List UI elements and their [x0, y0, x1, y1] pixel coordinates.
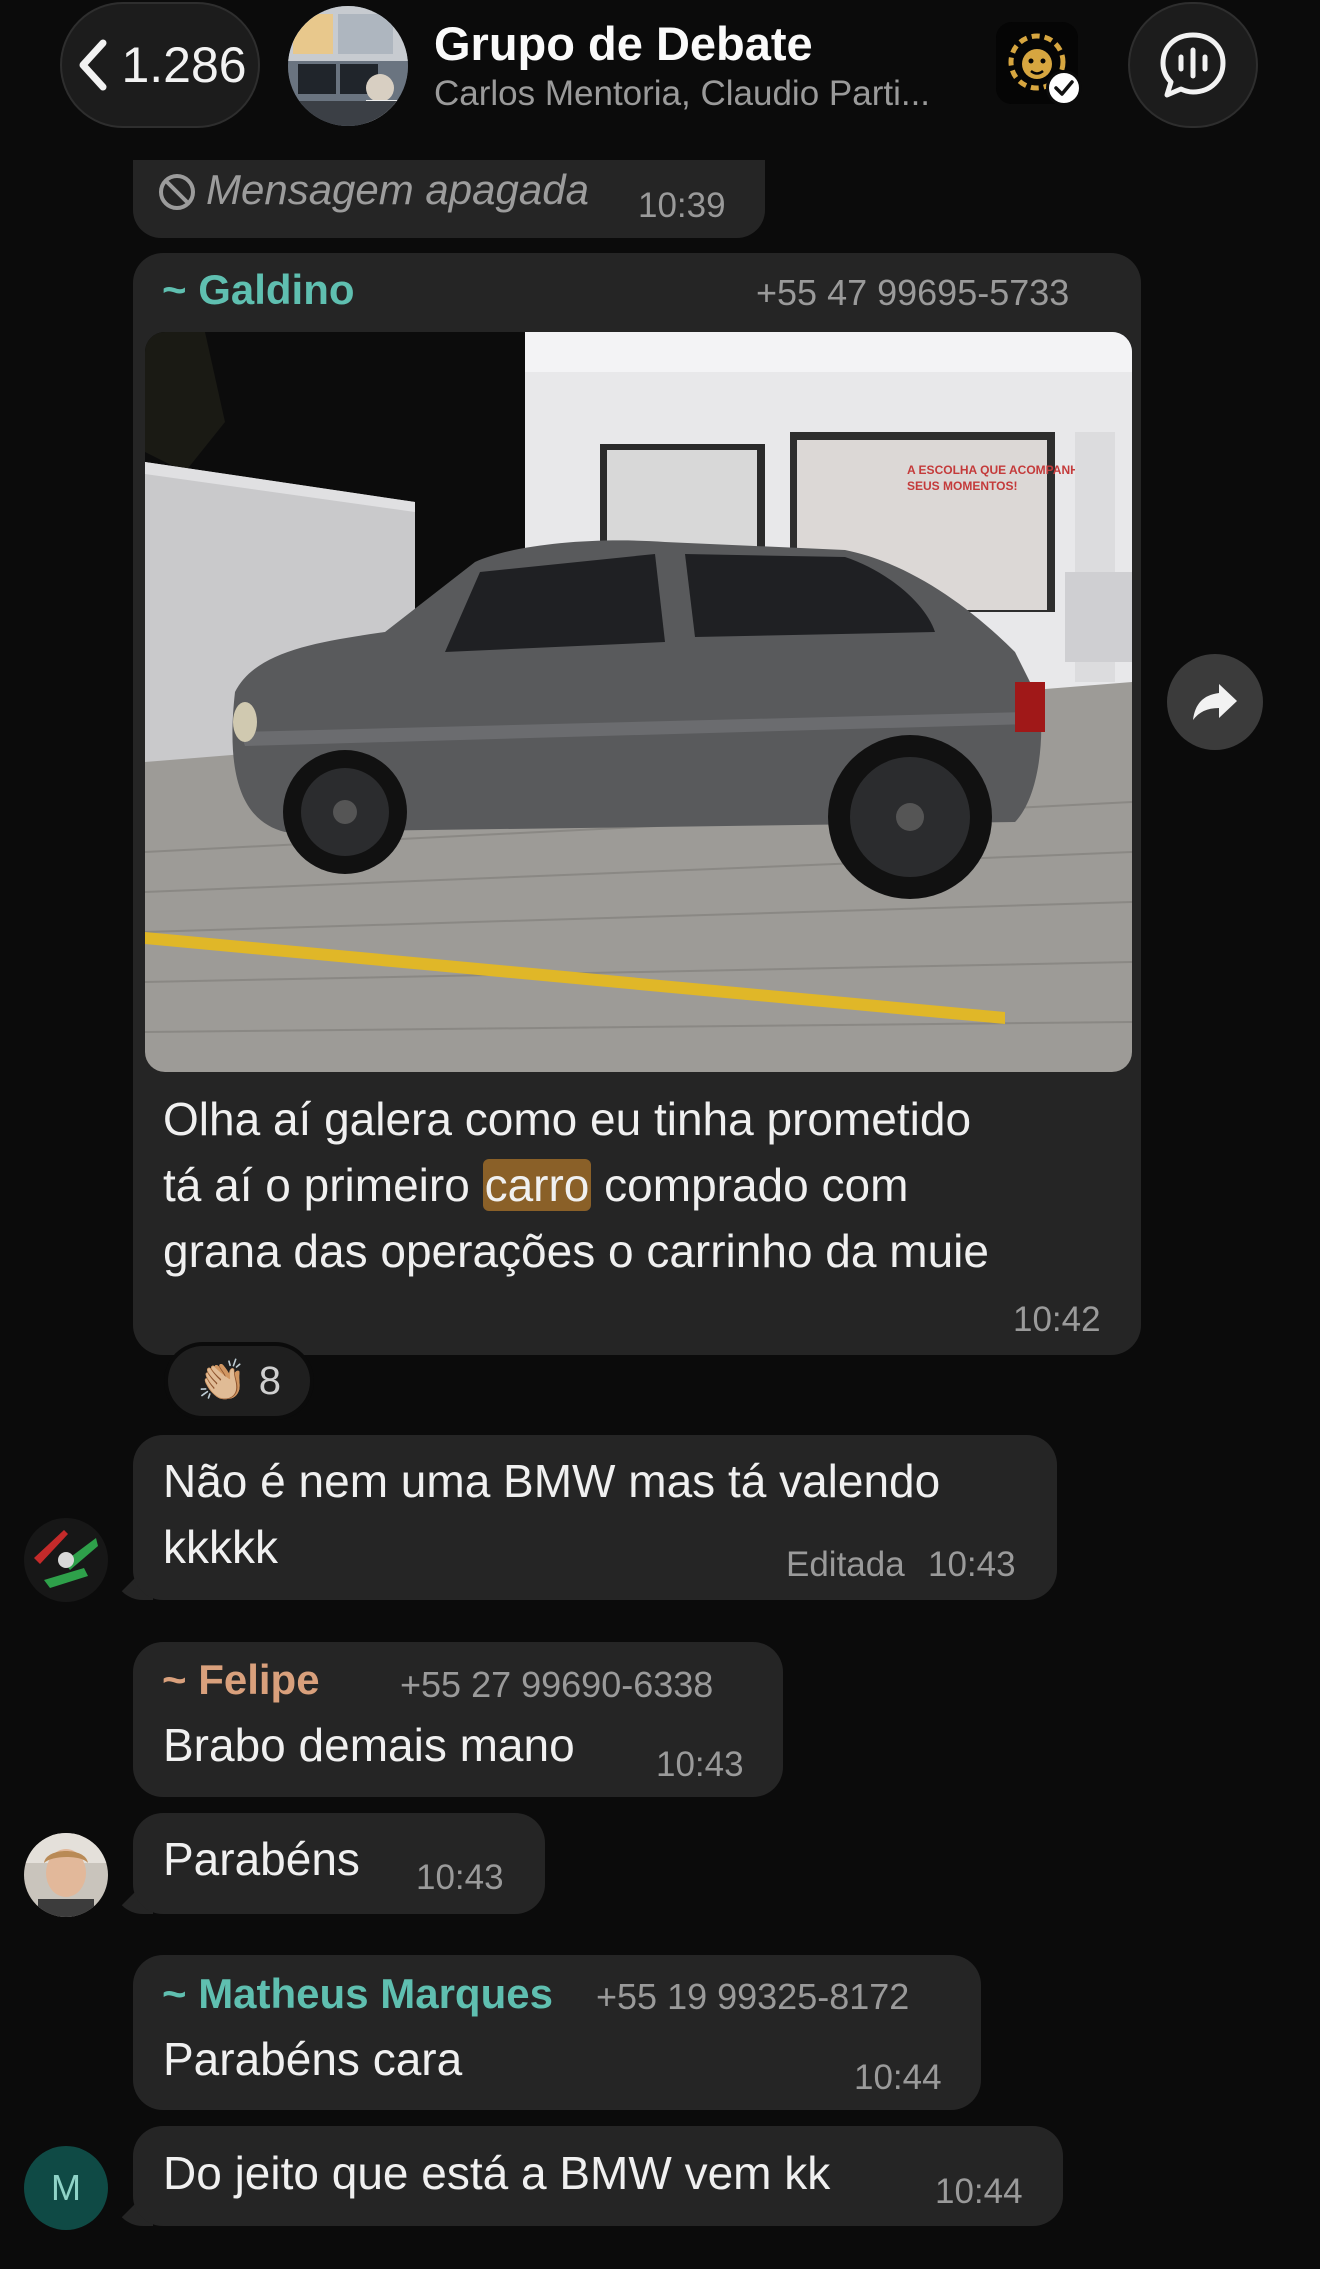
message-text: Parabéns cara [163, 2033, 463, 2085]
sender-name[interactable]: ~ Galdino [162, 266, 355, 314]
message-time: 10:43 [656, 1745, 744, 1784]
message-time: 10:44 [854, 2058, 942, 2097]
message-time: 10:44 [935, 2172, 1023, 2211]
sender-avatar[interactable] [24, 1518, 108, 1602]
sender-phone: +55 27 99690-6338 [400, 1664, 714, 1705]
forward-icon [1193, 684, 1237, 720]
sender-avatar[interactable] [24, 1833, 108, 1917]
message-time: 10:43 [928, 1545, 1016, 1584]
back-button[interactable]: 1.286 [60, 2, 260, 128]
message-text: Brabo demais mano [163, 1719, 575, 1771]
sender-name[interactable]: ~ Felipe [162, 1656, 320, 1704]
message-text-line: tá aí o primeiro carro comprado com [163, 1152, 908, 1218]
message-text: Do jeito que está a BMW vem kk [163, 2147, 831, 2199]
reaction-count: 8 [258, 1358, 282, 1403]
sender-avatar[interactable]: M [24, 2146, 108, 2230]
sender-phone: +55 19 99325-8172 [596, 1976, 910, 2017]
no-entry-icon [157, 172, 197, 212]
svg-text:SEUS MOMENTOS!: SEUS MOMENTOS! [907, 479, 1017, 493]
message-text-line: Não é nem uma BMW mas tá valendo [163, 1455, 941, 1507]
message-text-line: Olha aí galera como eu tinha prometido [163, 1093, 972, 1145]
deleted-message-text: Mensagem apagada [206, 166, 589, 213]
message-time: 10:42 [1013, 1300, 1101, 1339]
check-icon [1046, 70, 1082, 106]
avatar-initial: M [51, 2167, 81, 2208]
svg-text:A ESCOLHA QUE ACOMPANH: A ESCOLHA QUE ACOMPANH [907, 463, 1079, 477]
message-time: 10:39 [638, 186, 726, 225]
message-text-line: kkkkk [163, 1521, 278, 1573]
message-time: 10:43 [416, 1858, 504, 1897]
sender-phone: +55 47 99695-5733 [756, 272, 1070, 313]
message-text-line: grana das operações o carrinho da muie [163, 1225, 989, 1277]
text-segment: comprado com [591, 1159, 909, 1211]
group-members[interactable]: Carlos Mentoria, Claudio Parti... [434, 74, 974, 114]
edited-label: Editada [786, 1545, 905, 1584]
car-photo[interactable]: A ESCOLHA QUE ACOMPANH SEUS MOMENTOS! [145, 332, 1132, 1072]
reaction-pill[interactable]: 👏🏼 8 [164, 1342, 314, 1420]
unread-count: 1.286 [121, 37, 247, 93]
text-segment: tá aí o primeiro [163, 1159, 483, 1211]
sender-name[interactable]: ~ Matheus Marques [162, 1970, 553, 2018]
clapping-hands-icon: 👏🏼 [196, 1359, 247, 1403]
voice-chat-icon [1160, 32, 1226, 98]
voice-chat-button[interactable] [1128, 2, 1258, 128]
message-text: Parabéns [163, 1833, 360, 1885]
group-avatar[interactable] [288, 6, 408, 126]
forward-button[interactable] [1167, 654, 1263, 750]
search-highlight: carro [482, 1159, 592, 1211]
group-title[interactable]: Grupo de Debate [434, 16, 813, 71]
chevron-left-icon [79, 39, 107, 91]
